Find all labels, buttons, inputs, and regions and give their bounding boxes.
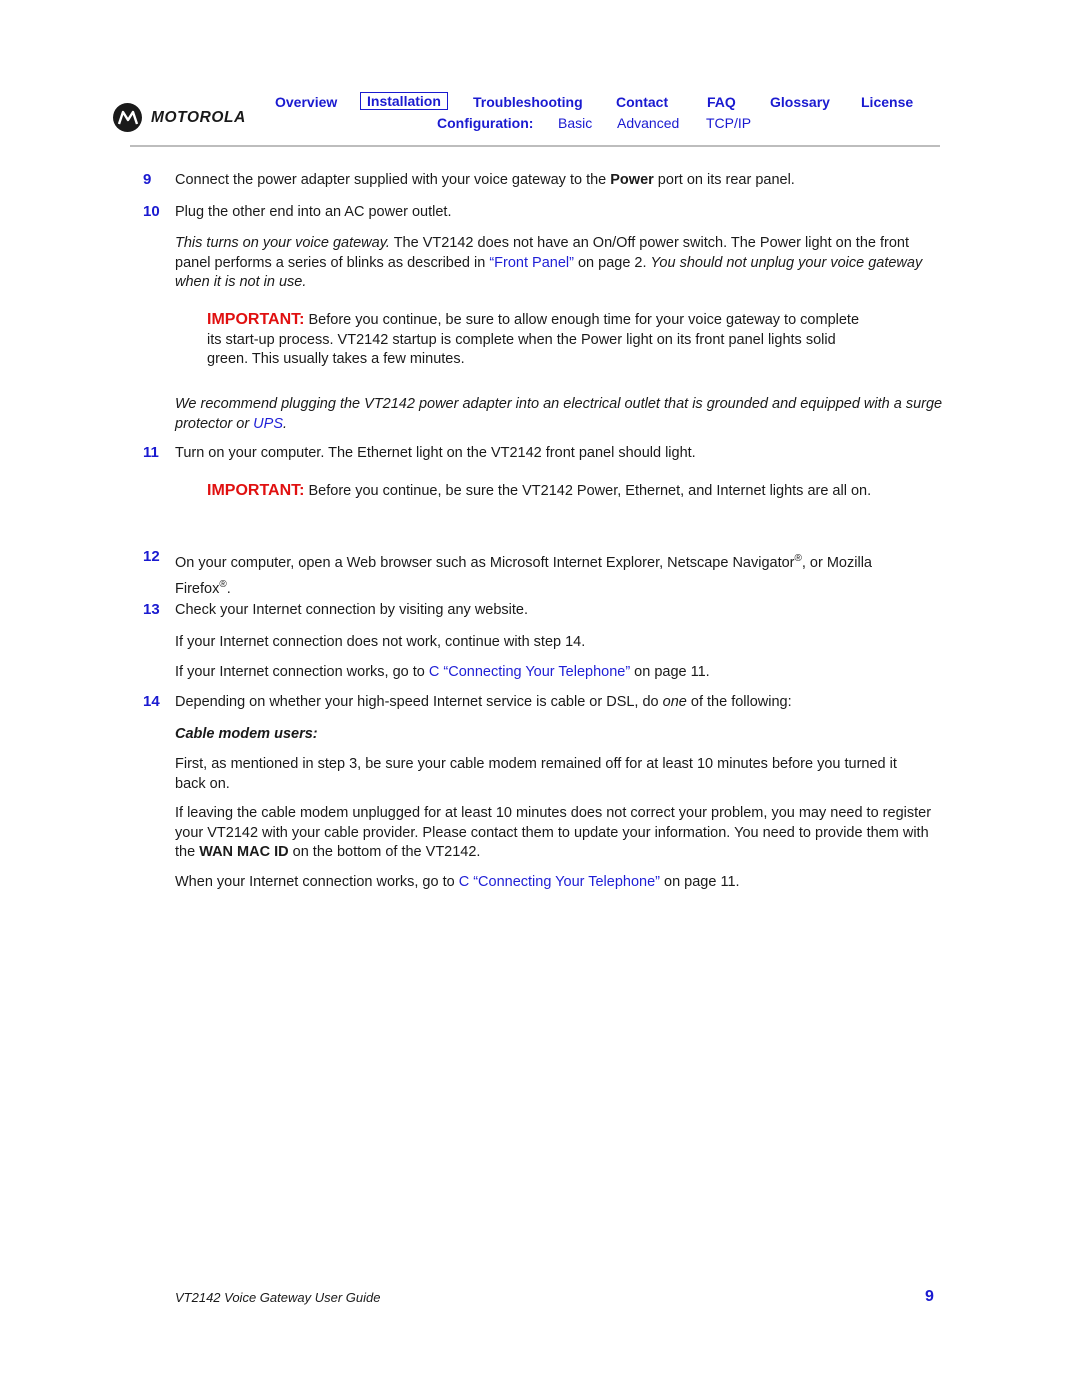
connecting-telephone-link[interactable]: C “Connecting Your Telephone”: [459, 874, 660, 890]
text: on the bottom of the VT2142.: [288, 844, 481, 860]
nav-installation[interactable]: Installation: [360, 92, 448, 110]
italic-text: one: [662, 694, 687, 710]
registered-mark: ®: [794, 553, 802, 564]
text: .: [283, 415, 288, 432]
cable-modem-heading: Cable modem users:: [175, 726, 318, 742]
recommendation-note: We recommend plugging the VT2142 power a…: [175, 395, 945, 434]
step-11-text: Turn on your computer. The Ethernet ligh…: [175, 445, 696, 461]
page-number: 9: [925, 1288, 934, 1305]
step-10-text: Plug the other end into an AC power outl…: [175, 204, 452, 220]
text: Depending on whether your high-speed Int…: [175, 694, 663, 710]
bold-text: WAN MAC ID: [199, 844, 289, 860]
important-label: IMPORTANT:: [207, 482, 305, 499]
step-number: 10: [143, 203, 160, 220]
connecting-telephone-link[interactable]: C “Connecting Your Telephone”: [429, 664, 630, 680]
nav-troubleshooting[interactable]: Troubleshooting: [473, 94, 583, 110]
step-12-text: On your computer, open a Web browser suc…: [175, 548, 910, 600]
config-advanced[interactable]: Advanced: [617, 115, 679, 131]
nav-contact[interactable]: Contact: [616, 94, 668, 110]
text: port on its rear panel.: [653, 172, 795, 188]
footer-title: VT2142 Voice Gateway User Guide: [175, 1290, 381, 1305]
text: When your Internet connection works, go …: [175, 874, 459, 890]
text: Connect the power adapter supplied with …: [175, 172, 611, 188]
text: on page 11.: [659, 874, 740, 890]
config-bar: Configuration: Basic Advanced TCP/IP: [437, 115, 751, 133]
text: of the following:: [686, 694, 792, 710]
config-basic[interactable]: Basic: [558, 115, 592, 131]
registered-mark: ®: [219, 578, 227, 590]
logo-text: MOTOROLA: [151, 108, 246, 126]
step-14-text: Depending on whether your high-speed Int…: [175, 693, 792, 713]
step-number: 11: [143, 444, 159, 461]
config-label: Configuration:: [437, 115, 534, 131]
text: on page 2.: [573, 254, 651, 271]
motorola-logo: MOTOROLA: [113, 103, 246, 132]
step-number: 12: [143, 548, 160, 565]
text: Before you continue, be sure to allow en…: [207, 312, 860, 367]
step-number: 14: [143, 693, 160, 710]
motorola-m-icon: [113, 103, 142, 132]
italic-text: This turns on your voice gateway.: [175, 235, 390, 251]
text: Before you continue, be sure the VT2142 …: [304, 483, 872, 499]
step-number: 13: [143, 601, 160, 618]
important-note-1: IMPORTANT: Before you continue, be sure …: [207, 310, 867, 370]
text: We recommend plugging the VT2142 power a…: [175, 396, 943, 432]
text: If your Internet connection works, go to: [175, 664, 429, 680]
step-13-text: Check your Internet connection by visiti…: [175, 602, 529, 618]
text: on page 11.: [630, 664, 710, 680]
text: .: [226, 580, 231, 597]
step-9-text: Connect the power adapter supplied with …: [175, 171, 945, 191]
nav-faq[interactable]: FAQ: [707, 94, 736, 110]
bold-text: Power: [610, 172, 654, 188]
text: On your computer, open a Web browser suc…: [175, 554, 795, 571]
important-label: IMPORTANT:: [207, 311, 305, 328]
ups-link[interactable]: UPS: [253, 416, 283, 432]
header-divider: [130, 145, 940, 147]
front-panel-link[interactable]: “Front Panel”: [489, 255, 574, 271]
cable-note-2: If leaving the cable modem unplugged for…: [175, 804, 945, 863]
step-number: 9: [143, 171, 152, 188]
nav-overview[interactable]: Overview: [275, 94, 337, 110]
cable-note-3: When your Internet connection works, go …: [175, 873, 740, 893]
config-tcpip[interactable]: TCP/IP: [706, 115, 751, 131]
step-10-note: This turns on your voice gateway. The VT…: [175, 234, 940, 293]
cable-note-1: First, as mentioned in step 3, be sure y…: [175, 756, 897, 792]
step-13-note-b: If your Internet connection works, go to…: [175, 663, 710, 683]
nav-glossary[interactable]: Glossary: [770, 94, 830, 110]
step-13-note-a: If your Internet connection does not wor…: [175, 634, 586, 650]
nav-license[interactable]: License: [861, 94, 913, 110]
important-note-2: IMPORTANT: Before you continue, be sure …: [207, 481, 877, 502]
